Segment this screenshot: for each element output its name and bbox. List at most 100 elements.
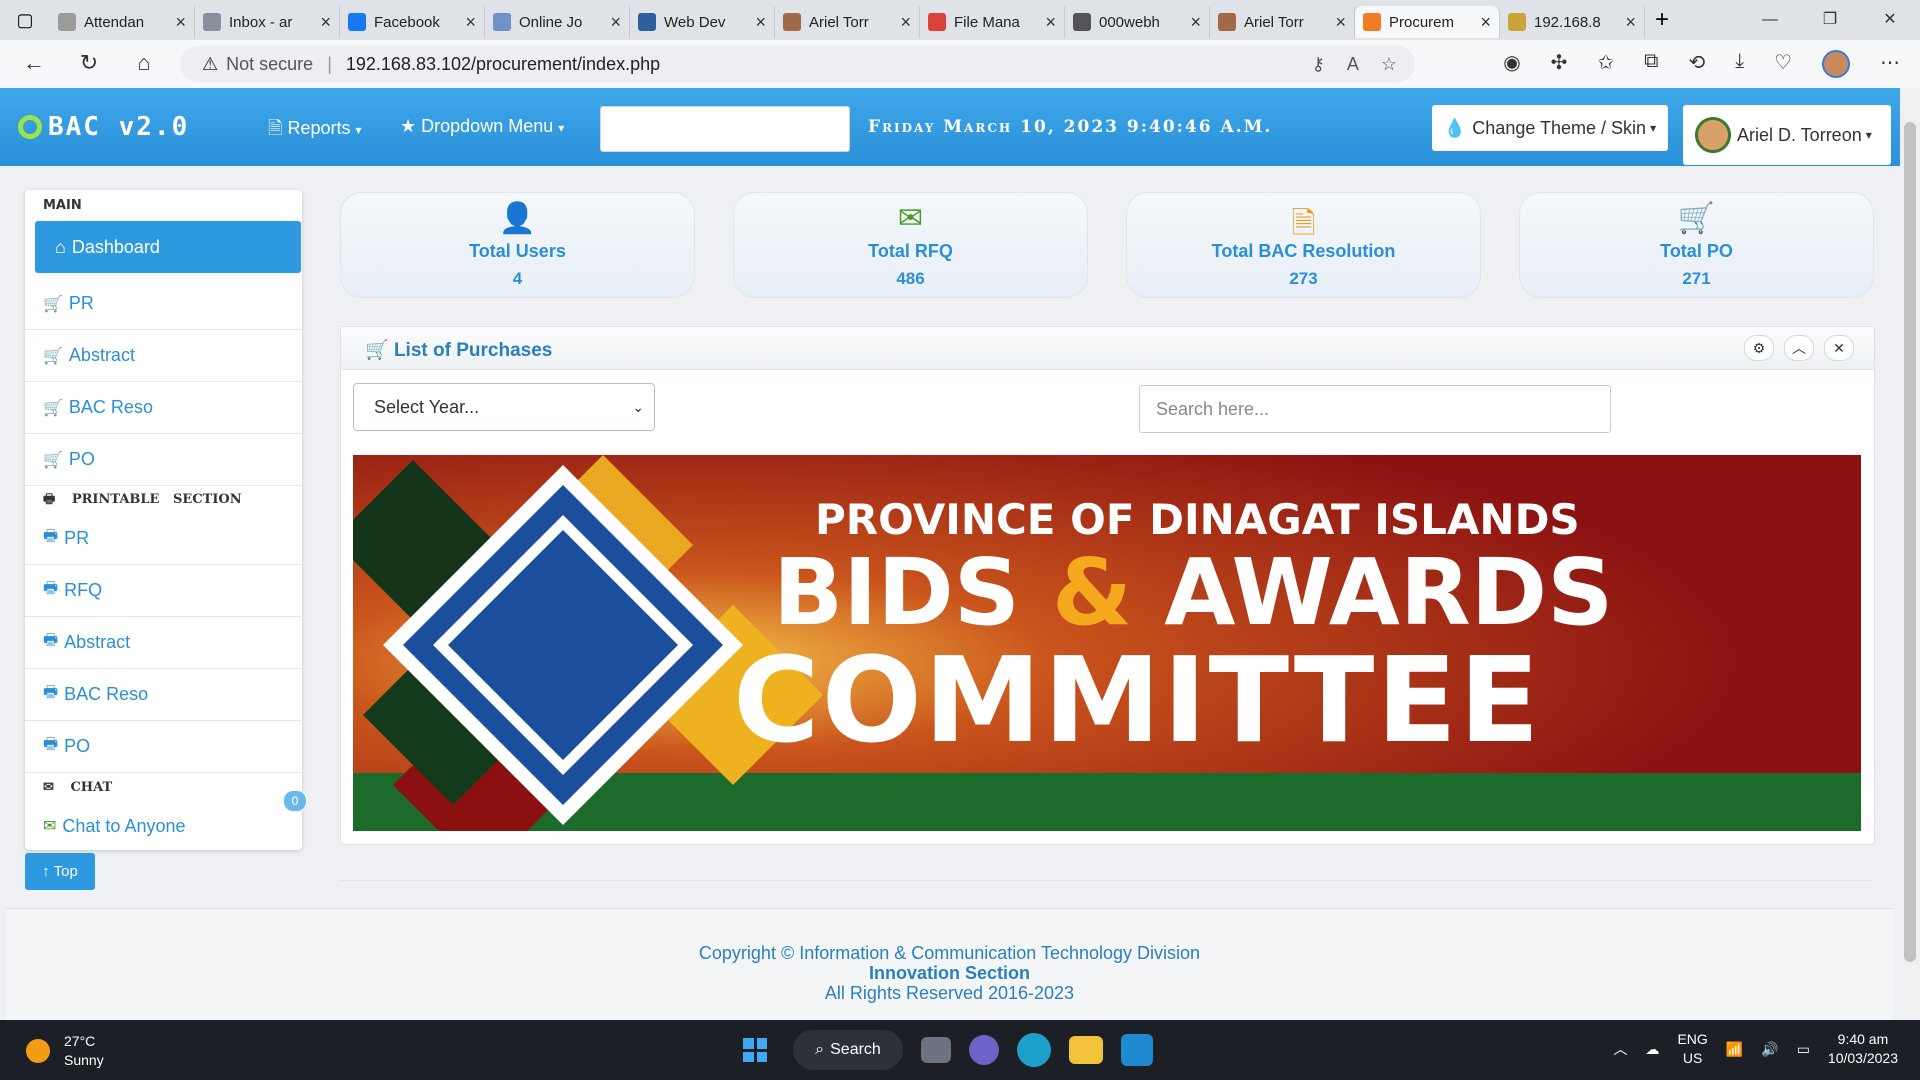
tab-close-icon[interactable]: × xyxy=(175,12,186,33)
url-field[interactable]: ⚠ Not secure | 192.168.83.102/procuremen… xyxy=(180,46,1415,82)
gear-icon[interactable]: ⚙ xyxy=(1744,335,1774,361)
stat-card[interactable]: 🛒 Total PO 271 xyxy=(1519,192,1874,298)
year-select[interactable]: Select Year... ⌄ xyxy=(353,383,655,431)
settings-more-icon[interactable]: ⋯ xyxy=(1880,50,1900,78)
sidebar-item-print-bac-reso[interactable]: 🖶 BAC Reso xyxy=(25,669,302,721)
scrollbar-thumb[interactable] xyxy=(1904,122,1916,962)
envelope-icon: ✉ xyxy=(43,780,54,795)
browser-tab[interactable]: Ariel Torr × xyxy=(775,6,920,38)
navbar-search-input[interactable] xyxy=(600,106,850,152)
browser-tab[interactable]: Online Jo × xyxy=(485,6,630,38)
language-indicator[interactable]: ENG US xyxy=(1677,1030,1707,1068)
history-icon[interactable]: ⟲ xyxy=(1688,50,1705,78)
file-explorer-icon[interactable] xyxy=(1069,1036,1103,1064)
favorite-add-icon[interactable]: ☆ xyxy=(1381,54,1397,75)
downloads-icon[interactable]: ⤓ xyxy=(1735,50,1744,78)
browser-tab[interactable]: Inbox - ar × xyxy=(195,6,340,38)
maximize-button[interactable]: ❐ xyxy=(1800,0,1860,40)
browser-tab[interactable]: 192.168.8 × xyxy=(1500,6,1645,38)
close-icon[interactable]: ✕ xyxy=(1824,335,1854,361)
sidebar-item-bac-reso[interactable]: 🛒 BAC Reso xyxy=(25,382,302,434)
dropdown-menu[interactable]: ★ Dropdown Menu ▾ xyxy=(400,116,564,137)
key-icon[interactable]: ⚷ xyxy=(1312,54,1325,75)
browser-tab[interactable]: Facebook × xyxy=(340,6,485,38)
sidebar-item-dashboard[interactable]: ⌂ Dashboard xyxy=(35,221,301,273)
tab-close-icon[interactable]: × xyxy=(320,12,331,33)
windows-start-icon[interactable] xyxy=(735,1030,775,1070)
search-input[interactable]: Search here... xyxy=(1139,385,1611,433)
brand-logo[interactable]: BAC v2.0 xyxy=(18,112,189,142)
back-icon[interactable]: ← xyxy=(20,50,48,76)
tab-close-icon[interactable]: × xyxy=(1335,12,1346,33)
close-window-button[interactable]: ✕ xyxy=(1860,0,1920,40)
volume-icon[interactable]: 🔊 xyxy=(1761,1041,1778,1058)
stat-card[interactable]: 🗎 Total BAC Resolution 273 xyxy=(1126,192,1481,298)
sidebar-item-po[interactable]: 🛒 PO xyxy=(25,434,302,486)
tab-favicon-icon xyxy=(1218,13,1236,31)
browser-tab[interactable]: File Mana × xyxy=(920,6,1065,38)
sidebar-item-label: PO xyxy=(68,449,95,469)
extensions-icon[interactable]: ✣ xyxy=(1551,50,1568,78)
tab-label: File Mana xyxy=(954,13,1020,31)
sidebar-item-label: PR xyxy=(68,293,94,313)
tab-actions-icon[interactable]: ▢ xyxy=(0,10,50,31)
teams-chat-icon[interactable] xyxy=(969,1035,999,1065)
sidebar-item-print-po[interactable]: 🖶 PO xyxy=(25,721,302,773)
browser-tab[interactable]: Ariel Torr × xyxy=(1210,6,1355,38)
sidebar-item-abstract[interactable]: 🛒 Abstract xyxy=(25,330,302,382)
browser-tab[interactable]: Attendan × xyxy=(50,6,195,38)
chevron-up-icon[interactable]: ︿ xyxy=(1784,335,1814,361)
sidebar-item-print-abstract[interactable]: 🖶 Abstract xyxy=(25,617,302,669)
tab-label: Attendan xyxy=(84,13,145,31)
sidebar-item-chat[interactable]: ✉ Chat to Anyone xyxy=(25,800,302,852)
stat-title: Total RFQ xyxy=(868,241,953,261)
tab-close-icon[interactable]: × xyxy=(900,12,911,33)
sidebar-item-print-pr[interactable]: 🖶 PR xyxy=(25,513,302,565)
wifi-icon[interactable]: 📶 xyxy=(1726,1041,1743,1058)
taskbar-clock[interactable]: 9:40 am 10/03/2023 xyxy=(1828,1030,1898,1068)
onedrive-cloud-icon[interactable]: ☁ xyxy=(1645,1041,1659,1058)
browser-essentials-icon[interactable]: ♡ xyxy=(1774,50,1792,78)
vscode-icon[interactable] xyxy=(1121,1034,1153,1066)
collections-icon[interactable]: ⧉ xyxy=(1644,50,1658,78)
extension-globe-icon[interactable]: ◉ xyxy=(1503,50,1520,78)
weather-widget[interactable]: 27°C Sunny xyxy=(26,1032,104,1070)
chevron-up-icon[interactable]: ︿ xyxy=(1613,1039,1627,1059)
tab-close-icon[interactable]: × xyxy=(1625,12,1636,33)
tab-close-icon[interactable]: × xyxy=(1045,12,1056,33)
browser-tab[interactable]: 000webh × xyxy=(1065,6,1210,38)
tab-close-icon[interactable]: × xyxy=(610,12,621,33)
page-scrollbar[interactable] xyxy=(1900,88,1920,1020)
printer-icon: 🖶 xyxy=(43,492,56,507)
tab-close-icon[interactable]: × xyxy=(1190,12,1201,33)
favorites-icon[interactable]: ✩ xyxy=(1597,50,1614,78)
tab-close-icon[interactable]: × xyxy=(755,12,766,33)
user-menu[interactable]: Ariel D. Torreon ▾ xyxy=(1683,105,1891,165)
edge-browser-icon[interactable] xyxy=(1017,1033,1051,1067)
browser-tab[interactable]: Procurem × xyxy=(1355,6,1500,38)
reports-menu[interactable]: 🗎 Reports ▾ xyxy=(268,116,362,146)
stat-card[interactable]: 👤 Total Users 4 xyxy=(340,192,695,298)
caret-down-icon: ▾ xyxy=(355,123,362,137)
sun-icon xyxy=(26,1039,50,1063)
tab-favicon-icon xyxy=(1073,13,1091,31)
change-theme-button[interactable]: 💧 Change Theme / Skin ▾ xyxy=(1432,105,1668,151)
browser-tab[interactable]: Web Dev × xyxy=(630,6,775,38)
home-icon[interactable]: ⌂ xyxy=(130,50,158,76)
top-button[interactable]: ↑ Top xyxy=(25,853,95,890)
sidebar-item-print-rfq[interactable]: 🖶 RFQ xyxy=(25,565,302,617)
task-view-icon[interactable] xyxy=(921,1037,951,1063)
new-tab-button[interactable]: + xyxy=(1655,6,1669,34)
refresh-icon[interactable]: ↻ xyxy=(75,50,103,76)
profile-avatar[interactable] xyxy=(1822,50,1850,78)
taskbar-search[interactable]: ⌕ Search xyxy=(793,1030,903,1070)
read-aloud-icon[interactable]: A xyxy=(1347,54,1359,75)
tab-close-icon[interactable]: × xyxy=(465,12,476,33)
sidebar-item-pr[interactable]: 🛒 PR xyxy=(25,278,302,330)
banner-line1: PROVINCE OF DINAGAT ISLANDS xyxy=(815,495,1580,544)
cart-icon: 🛒 xyxy=(43,399,63,417)
minimize-button[interactable]: — xyxy=(1740,0,1800,40)
tab-close-icon[interactable]: × xyxy=(1480,12,1491,33)
battery-icon[interactable]: ▭ xyxy=(1797,1041,1810,1058)
stat-card[interactable]: ✉ Total RFQ 486 xyxy=(733,192,1088,298)
